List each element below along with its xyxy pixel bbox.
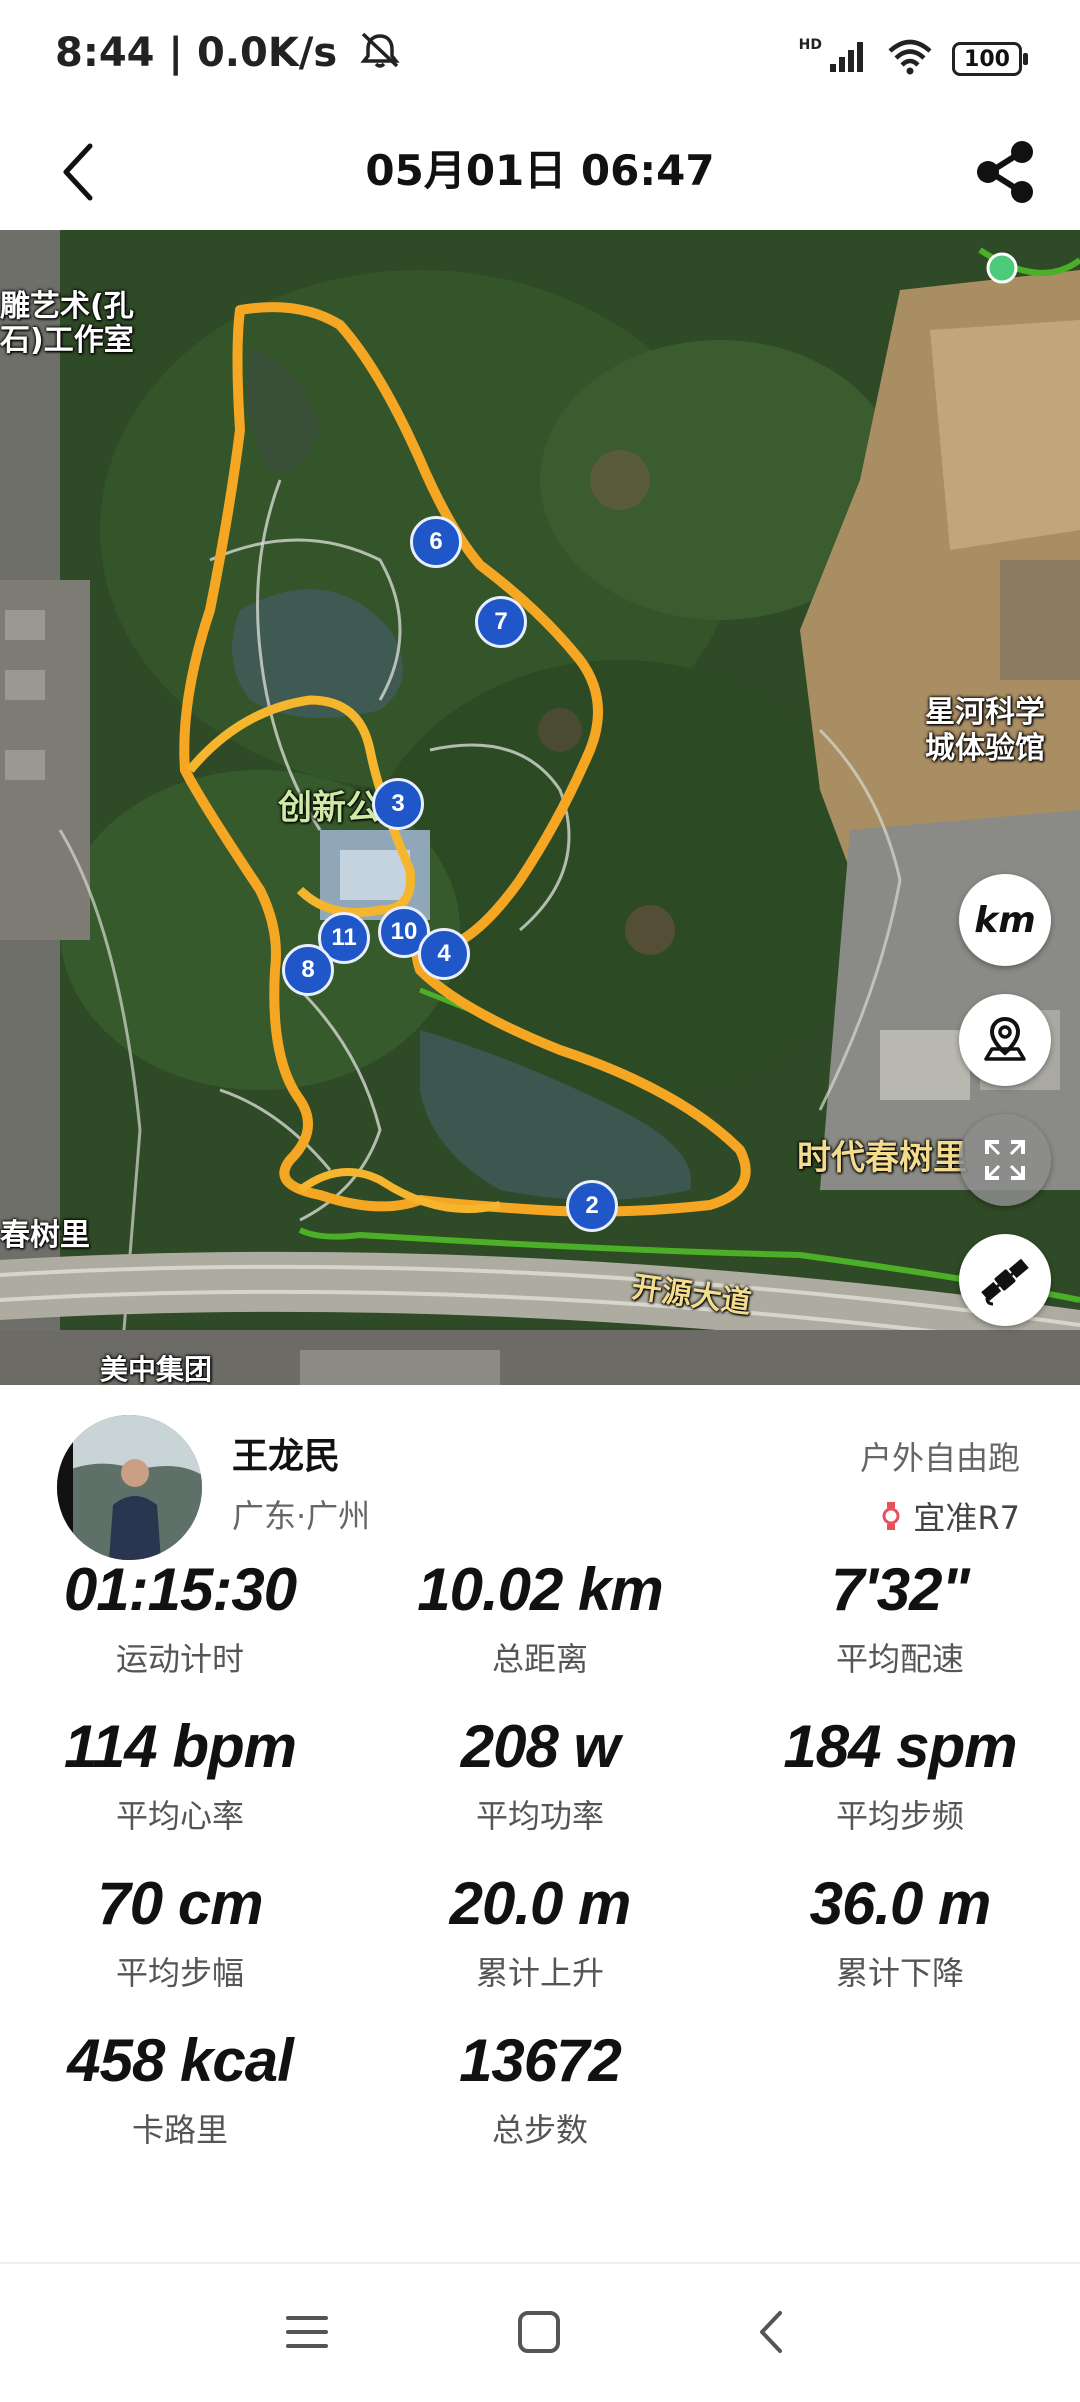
map-label-community: 时代春树里 bbox=[797, 1138, 967, 1178]
map-label-group: 美中集团 bbox=[100, 1353, 213, 1385]
stat-value: 7'32" bbox=[831, 1556, 970, 1623]
stat-value: 01:15:30 bbox=[63, 1556, 297, 1623]
sport-type: 户外自由跑 bbox=[859, 1439, 1020, 1477]
stat-label: 累计下降 bbox=[835, 1954, 964, 1992]
stat-label: 平均心率 bbox=[115, 1797, 244, 1835]
stat-value: 114 bpm bbox=[64, 1713, 297, 1780]
status-time-text: 8:44 | 0.0K/s bbox=[55, 30, 338, 76]
hd-label: HD bbox=[798, 37, 822, 53]
menu-button[interactable] bbox=[262, 2292, 352, 2372]
home-button[interactable] bbox=[494, 2292, 584, 2372]
unit-toggle-button[interactable]: km bbox=[959, 874, 1051, 966]
status-icons: HD 100 bbox=[798, 36, 1028, 82]
stat-value: 10.02 km bbox=[417, 1556, 664, 1623]
stat-pace: 7'32" 平均配速 bbox=[720, 1555, 1080, 1680]
stat-steps: 13672 总步数 bbox=[360, 2026, 720, 2151]
route-marker-2[interactable]: 2 bbox=[566, 1180, 618, 1232]
route-marker-8[interactable]: 8 bbox=[282, 944, 334, 996]
route-marker-4[interactable]: 6 bbox=[410, 516, 462, 568]
satellite-toggle-button[interactable] bbox=[959, 1234, 1051, 1326]
unit-label: km bbox=[974, 899, 1036, 941]
wifi-icon bbox=[886, 39, 934, 79]
avatar[interactable] bbox=[57, 1415, 202, 1560]
fullscreen-button[interactable] bbox=[959, 1114, 1051, 1206]
stat-label: 平均步频 bbox=[835, 1797, 964, 1835]
route-marker-7[interactable]: 7 bbox=[475, 596, 527, 648]
page-title: 05月01日 06:47 bbox=[365, 146, 715, 195]
athlete-name: 王龙民 bbox=[232, 1436, 341, 1477]
stat-value: 70 cm bbox=[97, 1870, 263, 1937]
share-button[interactable] bbox=[960, 127, 1050, 217]
stat-label: 累计上升 bbox=[475, 1954, 604, 1992]
watch-icon bbox=[882, 1502, 900, 1530]
status-time-speed: 8:44 | 0.0K/s bbox=[55, 30, 403, 80]
stat-label: 总距离 bbox=[491, 1640, 588, 1678]
route-map[interactable]: 雕艺术(孔 石)工作室 创新公园 星河科学 城体验馆 时代春树里 春树里 开源大… bbox=[0, 230, 1080, 1385]
stat-heart-rate: 114 bpm 平均心率 bbox=[0, 1712, 360, 1837]
battery-level: 100 bbox=[964, 46, 1010, 72]
mute-icon bbox=[357, 30, 403, 80]
battery-icon: 100 bbox=[952, 42, 1028, 76]
device-info: 宜准R7 bbox=[881, 1493, 1020, 1539]
stat-stride: 70 cm 平均步幅 bbox=[0, 1869, 360, 1994]
stat-power: 208 w 平均功率 bbox=[360, 1712, 720, 1837]
stat-label: 平均步幅 bbox=[115, 1954, 244, 1992]
stat-value: 13672 bbox=[459, 2027, 622, 2094]
satellite-map-image bbox=[0, 230, 1080, 1385]
stat-label: 总步数 bbox=[491, 2111, 588, 2149]
route-marker-3[interactable]: 3 bbox=[372, 778, 424, 830]
stat-label: 平均功率 bbox=[475, 1797, 604, 1835]
athlete-location: 广东·广州 bbox=[232, 1497, 371, 1535]
stat-distance: 10.02 km 总距离 bbox=[360, 1555, 720, 1680]
route-marker-6[interactable]: 4 bbox=[418, 928, 470, 980]
system-nav-bar bbox=[0, 2262, 1080, 2402]
device-name: 宜准R7 bbox=[913, 1499, 1020, 1537]
satellite-icon bbox=[981, 1258, 1029, 1306]
stat-cadence: 184 spm 平均步频 bbox=[720, 1712, 1080, 1837]
stat-value: 20.0 m bbox=[449, 1870, 632, 1937]
map-pin-icon bbox=[984, 1016, 1026, 1061]
home-icon bbox=[518, 2311, 560, 2353]
map-label-museum: 星河科学 城体验馆 bbox=[925, 695, 1045, 766]
stat-value: 36.0 m bbox=[809, 1870, 992, 1937]
location-button[interactable] bbox=[959, 994, 1051, 1086]
stat-value: 458 kcal bbox=[67, 2027, 294, 2094]
menu-icon bbox=[286, 2316, 328, 2348]
share-icon bbox=[977, 141, 1033, 203]
athlete-profile: 王龙民 广东·广州 户外自由跑 宜准R7 bbox=[0, 1385, 1080, 1560]
stat-descent: 36.0 m 累计下降 bbox=[720, 1869, 1080, 1994]
stat-value: 184 spm bbox=[783, 1713, 1017, 1780]
stat-value: 208 w bbox=[460, 1713, 620, 1780]
nav-back-button[interactable] bbox=[726, 2292, 816, 2372]
stat-label: 卡路里 bbox=[131, 2111, 228, 2149]
header: 05月01日 06:47 bbox=[0, 115, 1080, 230]
stat-ascent: 20.0 m 累计上升 bbox=[360, 1869, 720, 1994]
stat-label: 运动计时 bbox=[115, 1640, 244, 1678]
signal-icon bbox=[828, 40, 868, 78]
stat-label: 平均配速 bbox=[835, 1640, 964, 1678]
stat-calories: 458 kcal 卡路里 bbox=[0, 2026, 360, 2151]
status-bar: 8:44 | 0.0K/s HD 100 bbox=[0, 0, 1080, 115]
stat-duration: 01:15:30 运动计时 bbox=[0, 1555, 360, 1680]
fullscreen-icon bbox=[985, 1140, 1025, 1180]
back-icon bbox=[760, 2311, 782, 2353]
map-label-community-left: 春树里 bbox=[0, 1218, 90, 1253]
map-label-studio: 雕艺术(孔 石)工作室 bbox=[0, 289, 134, 358]
